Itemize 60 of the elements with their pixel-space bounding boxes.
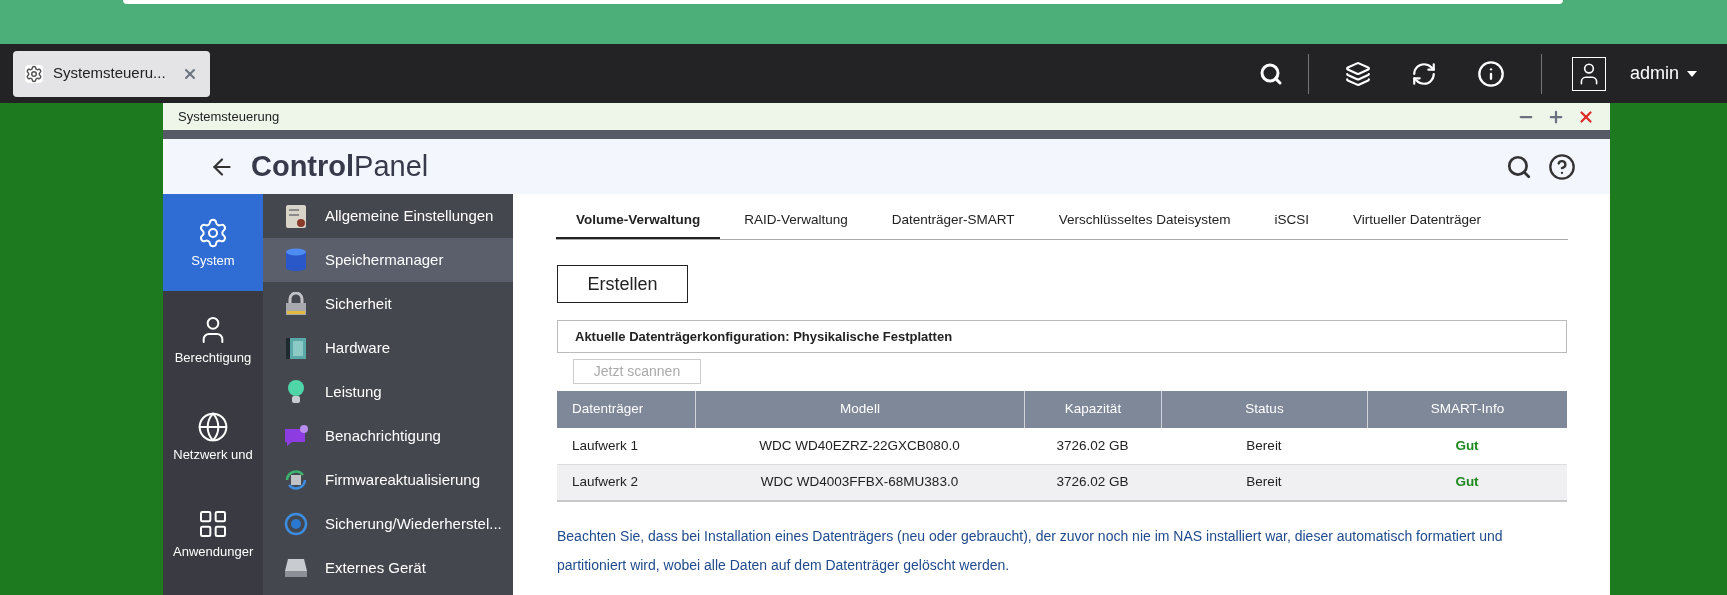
refresh-icon[interactable] (1410, 60, 1437, 87)
user-name[interactable]: admin (1629, 60, 1679, 87)
search-icon[interactable] (1506, 153, 1532, 180)
tab[interactable]: RAID-Verwaltung (724, 210, 868, 239)
menu-item[interactable]: Sicherung/Wiederherstel... (263, 502, 513, 546)
info-icon[interactable] (1476, 59, 1505, 88)
menu-item[interactable]: Leistung (263, 370, 513, 414)
help-icon[interactable] (1548, 152, 1576, 181)
search-icon[interactable] (1258, 61, 1283, 86)
grid-icon (197, 508, 229, 540)
table-cell-text: Bereit (1245, 473, 1283, 492)
create-button[interactable]: Erstellen (557, 265, 688, 303)
app-title: ControlPanel (251, 148, 429, 184)
menu-item[interactable]: Hardware (263, 326, 513, 370)
menu-item[interactable]: Allgemeine Einstellungen (263, 194, 513, 238)
taskbar-tab[interactable]: Systemsteueru... (13, 50, 210, 97)
message-icon (284, 424, 308, 448)
menu-item[interactable]: Benachrichtigung (263, 414, 513, 458)
stack-icon[interactable] (1344, 60, 1371, 87)
table-cell-text: 3726.02 GB (1055, 436, 1130, 455)
column-header: Datenträger (571, 400, 645, 419)
category-item[interactable]: Anwendunger (163, 485, 263, 582)
gear-icon (25, 64, 43, 83)
chip-refresh-icon (284, 468, 308, 492)
table-cell-text: Laufwerk 2 (571, 473, 640, 492)
notice-text: Beachten Sie, dass bei Installation eines Datenträgers (neu oder gebraucht), der zuvor noch nie im NAS installiert war, dieser automatisch formatiert und partitioniert wird, wobei alle Daten auf dem Datenträger gelöscht werden. (557, 527, 1504, 575)
light-bulb-icon (287, 379, 305, 405)
category-item[interactable]: Berechtigung (163, 291, 263, 388)
tab[interactable]: Virtueller Datenträger (1332, 210, 1502, 239)
window-title: Systemsteuerung (178, 107, 280, 126)
menu-item[interactable]: Sicherheit (263, 282, 513, 326)
table-row[interactable]: Laufwerk 2 WDC WD4003FFBX-68MU383.0 3726.02 GB Bereit Gut (557, 464, 1567, 500)
tab[interactable]: Datenträger-SMART (871, 210, 1035, 239)
tab[interactable]: Verschlüsseltes Dateisystem (1038, 210, 1251, 239)
padlock-icon (285, 292, 307, 316)
scan-button: Jetzt scannen (573, 359, 701, 384)
tab[interactable]: Volume-Verwaltung (556, 210, 721, 239)
database-icon (285, 248, 307, 272)
user-icon[interactable] (1571, 56, 1606, 91)
memory-card-icon (285, 336, 307, 360)
menu-item[interactable]: Firmwareaktualisierung (263, 458, 513, 502)
tab-label: Systemsteueru... (53, 63, 166, 84)
menu-item[interactable]: Externes Gerät (263, 546, 513, 590)
category-item[interactable]: System (163, 194, 263, 291)
tab[interactable]: iSCSI (1254, 210, 1329, 239)
table-cell-text: Bereit (1245, 436, 1283, 455)
table-cell-text: Gut (1454, 436, 1480, 455)
table-cell-text: Laufwerk 1 (571, 436, 640, 455)
table-cell-text: Gut (1454, 473, 1480, 492)
table-cell-text: WDC WD4003FFBX-68MU383.0 (759, 473, 960, 492)
gear-icon (197, 217, 229, 249)
category-item[interactable]: Netzwerk und (163, 388, 263, 485)
caret-icon[interactable] (1687, 70, 1697, 77)
clipboard-icon (285, 203, 307, 229)
table-cell-text: 3726.02 GB (1055, 473, 1130, 492)
drive-icon (284, 558, 308, 578)
globe-icon (197, 411, 229, 443)
panel-title: Aktuelle Datenträgerkonfiguration: Physikalische Festplatten (575, 327, 953, 346)
menu-item[interactable]: Speichermanager (263, 238, 513, 282)
table-cell-text: WDC WD40EZRZ-22GXCB080.0 (758, 436, 961, 455)
